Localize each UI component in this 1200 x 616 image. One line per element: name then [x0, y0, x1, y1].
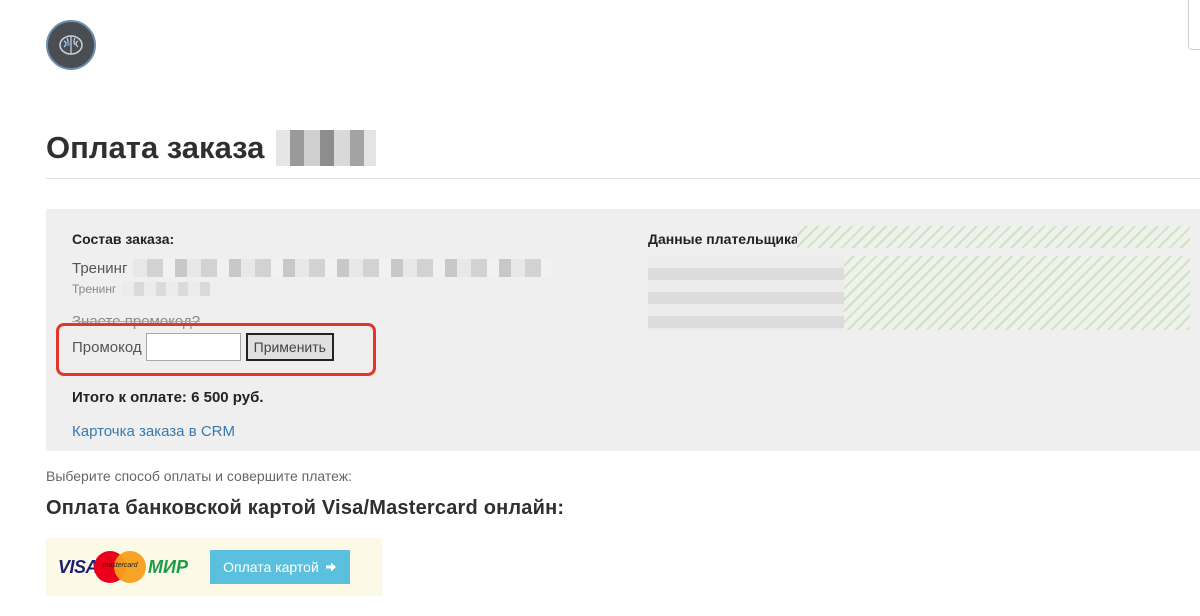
- bank-card-title: Оплата банковской картой Visa/Mastercard…: [46, 497, 565, 519]
- arrow-right-icon: [325, 562, 336, 572]
- page-title: Оплата заказа: [46, 130, 377, 166]
- order-item-sub-label: Тренинг: [72, 282, 117, 296]
- pay-by-card-label: Оплата картой: [223, 559, 319, 575]
- apply-promo-button[interactable]: Применить: [245, 333, 334, 361]
- visa-logo: VISA: [58, 556, 99, 577]
- brain-icon: [59, 35, 83, 55]
- card-payment-box: VISA mastercard МИР Оплата картой: [46, 538, 382, 596]
- order-heading: Состав заказа:: [72, 231, 175, 247]
- order-number-redacted: [276, 130, 377, 166]
- order-item-sub-redacted: [122, 282, 211, 296]
- brain-logo-icon[interactable]: [46, 20, 96, 70]
- mastercard-logo: mastercard: [94, 551, 147, 583]
- order-item-redacted: [133, 259, 554, 277]
- mastercard-text: mastercard: [102, 562, 138, 569]
- order-item-sub: Тренинг: [72, 282, 211, 296]
- promo-row: Промокод Применить: [72, 333, 334, 361]
- payer-data-hatch: [844, 256, 1190, 330]
- promo-label: Промокод: [72, 338, 142, 356]
- scrollbar-edge: [1188, 0, 1200, 50]
- promo-code-input[interactable]: [145, 333, 241, 361]
- pay-by-card-button[interactable]: Оплата картой: [209, 550, 350, 584]
- crm-order-link[interactable]: Карточка заказа в CRM: [72, 423, 235, 440]
- page-title-text: Оплата заказа: [46, 130, 265, 165]
- order-total: Итого к оплате: 6 500 руб.: [72, 389, 264, 406]
- choose-payment-text: Выберите способ оплаты и совершите плате…: [46, 468, 353, 484]
- payer-heading: Данные плательщика:: [648, 231, 804, 247]
- payer-heading-hatch: [797, 226, 1190, 248]
- mir-logo: МИР: [148, 556, 188, 577]
- order-item: Тренинг: [72, 259, 554, 277]
- title-divider: [46, 178, 1200, 179]
- order-item-label: Тренинг: [72, 259, 128, 277]
- promo-question: Знаете промокод?: [72, 313, 201, 330]
- payer-data-redacted: [648, 256, 844, 330]
